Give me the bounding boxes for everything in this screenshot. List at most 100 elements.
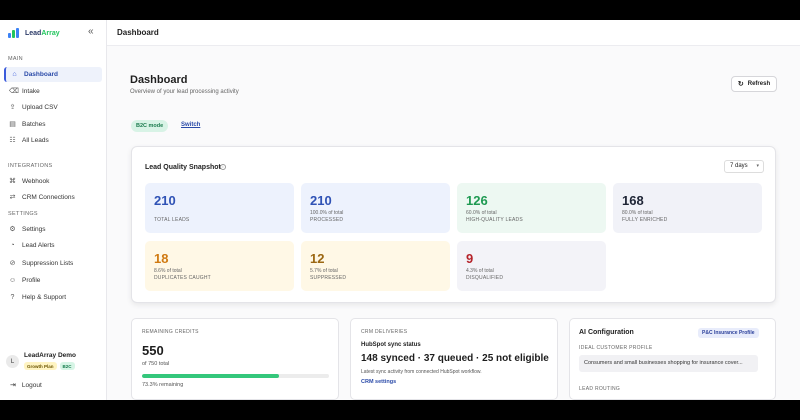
sidebar-item-label: Webhook bbox=[22, 178, 50, 185]
stat-percentage: 8.6% of total bbox=[154, 268, 182, 274]
sidebar-item-profile[interactable]: ☺ Profile bbox=[4, 273, 102, 288]
stat-value: 12 bbox=[310, 251, 325, 266]
sidebar-item-batches[interactable]: ▤ Batches bbox=[4, 117, 102, 132]
bell-icon: ◔ bbox=[10, 242, 15, 249]
ai-profile-badge: P&C Insurance Profile bbox=[698, 328, 759, 338]
icp-value: Consumers and small businesses shopping … bbox=[579, 355, 758, 372]
upload-icon: ⇪ bbox=[9, 104, 16, 111]
sidebar-item-label: Lead Alerts bbox=[22, 242, 55, 249]
ban-icon: ⊘ bbox=[9, 260, 16, 267]
date-range-select[interactable]: 7 days ▾ bbox=[724, 160, 764, 173]
stat-percentage: 60.0% of total bbox=[466, 210, 497, 216]
collapse-sidebar-icon[interactable]: « bbox=[88, 26, 94, 37]
stat-value: 210 bbox=[154, 193, 176, 208]
sidebar-item-dashboard[interactable]: ⌂ Dashboard bbox=[4, 67, 102, 82]
sidebar-item-crm-connections[interactable]: ⇄ CRM Connections bbox=[4, 190, 102, 205]
refresh-label: Refresh bbox=[747, 81, 771, 87]
section-integrations-label: INTEGRATIONS bbox=[8, 163, 53, 169]
stat-value: 210 bbox=[310, 193, 332, 208]
chevron-down-icon: ▾ bbox=[756, 163, 759, 169]
sidebar-item-label: Help & Support bbox=[22, 294, 67, 301]
layers-icon: ▤ bbox=[9, 121, 16, 128]
refresh-icon: ↻ bbox=[737, 81, 744, 88]
section-settings-label: SETTINGS bbox=[8, 211, 38, 217]
stat-tile-total-leads: 210 TOTAL LEADS bbox=[145, 183, 294, 233]
stat-tile-processed: 210 100.0% of total PROCESSED bbox=[301, 183, 450, 233]
refresh-button[interactable]: ↻ Refresh bbox=[731, 76, 777, 92]
sidebar-item-suppression-lists[interactable]: ⊘ Suppression Lists bbox=[4, 256, 102, 271]
inbox-icon: ⌫ bbox=[9, 88, 19, 95]
lead-quality-snapshot-card: Lead Quality Snapshot i 7 days ▾ 210 TOTA… bbox=[131, 146, 776, 303]
webhook-icon: ⌘ bbox=[9, 178, 16, 185]
logout-label: Logout bbox=[21, 381, 42, 389]
sidebar-item-webhook[interactable]: ⌘ Webhook bbox=[4, 174, 102, 189]
date-range-value: 7 days bbox=[730, 163, 748, 169]
hubspot-sync-counts: 148 synced · 37 queued · 25 not eligible bbox=[361, 353, 549, 364]
sidebar-item-upload-csv[interactable]: ⇪ Upload CSV bbox=[4, 100, 102, 115]
app-window: LeadArray « MAIN ⌂ Dashboard ⌫ Intake ⇪ Uploa… bbox=[0, 20, 800, 400]
topbar-title: Dashboard bbox=[117, 28, 159, 37]
plan-badge: Growth Plan bbox=[24, 362, 57, 370]
sidebar: LeadArray « MAIN ⌂ Dashboard ⌫ Intake ⇪ Uploa… bbox=[0, 20, 107, 400]
stat-label: PROCESSED bbox=[310, 217, 344, 223]
ai-config-title: AI Configuration bbox=[579, 329, 634, 336]
stat-value: 9 bbox=[466, 251, 474, 266]
hubspot-status-title: HubSpot sync status bbox=[361, 342, 421, 348]
stat-percentage: 5.7% of total bbox=[310, 268, 338, 274]
stat-tile-fully-enriched: 168 80.0% of total FULLY ENRICHED bbox=[613, 183, 762, 233]
credits-total: of 750 total bbox=[142, 361, 170, 367]
user-icon: ☺ bbox=[9, 277, 17, 284]
topbar: Dashboard bbox=[107, 20, 800, 46]
b2c-mode-badge: B2C mode bbox=[131, 120, 169, 132]
sidebar-item-label: Settings bbox=[22, 226, 46, 233]
crm-heading: CRM DELIVERIES bbox=[361, 329, 408, 335]
stat-label: TOTAL LEADS bbox=[154, 217, 190, 223]
page-title: Dashboard bbox=[130, 74, 188, 86]
page-subtitle: Overview of your lead processing activit… bbox=[130, 89, 239, 95]
stat-tile-suppressed: 12 5.7% of total SUPPRESSED bbox=[301, 241, 450, 291]
stat-label: SUPPRESSED bbox=[310, 275, 347, 281]
switch-mode-link[interactable]: Switch bbox=[181, 122, 200, 128]
logout-button[interactable]: ⇥ Logout bbox=[10, 381, 42, 390]
sidebar-item-label: All Leads bbox=[22, 137, 49, 144]
sidebar-item-settings[interactable]: ⚙ Settings bbox=[4, 222, 102, 237]
crm-settings-link[interactable]: CRM settings bbox=[361, 379, 396, 385]
sidebar-item-label: CRM Connections bbox=[22, 194, 75, 201]
hubspot-sync-description: Latest sync activity from connected HubS… bbox=[361, 369, 482, 375]
credits-remaining: 73.3% remaining bbox=[142, 382, 184, 388]
logout-icon: ⇥ bbox=[10, 382, 16, 389]
stat-percentage: 100.0% of total bbox=[310, 210, 344, 216]
sidebar-item-label: Batches bbox=[22, 121, 46, 128]
stat-tile-high-quality-leads: 126 60.0% of total HIGH-QUALITY LEADS bbox=[457, 183, 606, 233]
section-main-label: MAIN bbox=[8, 56, 23, 62]
remaining-credits-card: REMAINING CREDITS 550 of 750 total 73.3%… bbox=[131, 318, 339, 400]
sidebar-item-label: Dashboard bbox=[24, 71, 58, 78]
mode-badge: B2C bbox=[59, 362, 75, 370]
crm-deliveries-card: CRM DELIVERIES HubSpot sync status 148 s… bbox=[350, 318, 558, 400]
sidebar-item-lead-alerts[interactable]: ◔ Lead Alerts bbox=[4, 238, 102, 253]
stat-label: FULLY ENRICHED bbox=[622, 217, 668, 223]
stat-label: DUPLICATES CAUGHT bbox=[154, 275, 211, 281]
stat-tile-disqualified: 9 4.3% of total DISQUALIFIED bbox=[457, 241, 606, 291]
sidebar-item-label: Suppression Lists bbox=[22, 260, 74, 267]
sidebar-item-all-leads[interactable]: ☷ All Leads bbox=[4, 133, 102, 148]
stat-label: DISQUALIFIED bbox=[466, 275, 504, 281]
gear-icon: ⚙ bbox=[9, 226, 16, 233]
lead-routing-label: LEAD ROUTING bbox=[579, 386, 621, 392]
brand-logo[interactable]: LeadArray bbox=[8, 28, 60, 38]
info-icon[interactable]: i bbox=[220, 164, 226, 170]
stat-label: HIGH-QUALITY LEADS bbox=[466, 217, 523, 223]
snapshot-title: Lead Quality Snapshot bbox=[145, 164, 221, 171]
sidebar-item-intake[interactable]: ⌫ Intake bbox=[4, 84, 102, 99]
users-icon: ☷ bbox=[9, 137, 16, 144]
avatar: L bbox=[6, 355, 19, 368]
sidebar-item-label: Profile bbox=[22, 277, 41, 284]
credits-value: 550 bbox=[142, 343, 164, 358]
user-card[interactable]: L LeadArray Demo Growth Plan B2C bbox=[6, 352, 76, 370]
stat-value: 18 bbox=[154, 251, 169, 266]
user-name: LeadArray Demo bbox=[24, 352, 77, 359]
sidebar-item-help-support[interactable]: ? Help & Support bbox=[4, 290, 102, 305]
brand-name: LeadArray bbox=[25, 29, 60, 37]
stat-percentage: 4.3% of total bbox=[466, 268, 494, 274]
stat-value: 168 bbox=[622, 193, 644, 208]
